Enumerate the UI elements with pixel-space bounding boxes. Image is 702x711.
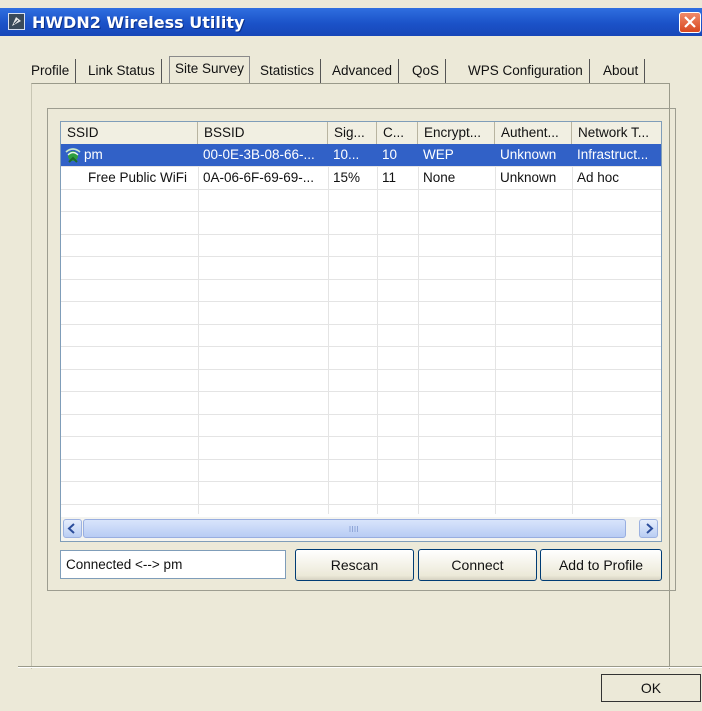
ok-button[interactable]: OK — [601, 674, 701, 702]
cell-ssid: pm — [84, 147, 103, 162]
wireless-utility-window: HWDN2 Wireless Utility Profile Link Stat… — [0, 0, 702, 711]
cell-signal: 10... — [333, 147, 360, 162]
grip-icon — [349, 526, 358, 532]
column-header-encryption[interactable]: Encrypt... — [418, 122, 495, 144]
cell-encryption: WEP — [423, 147, 454, 162]
network-list[interactable]: SSID BSSID Sig... C... Encrypt... Authen… — [60, 121, 662, 542]
tab-wps-configuration[interactable]: WPS Configuration — [468, 59, 590, 83]
cell-channel: 11 — [382, 170, 397, 185]
tab-about[interactable]: About — [603, 59, 646, 83]
connection-status: Connected <--> pm — [60, 550, 286, 579]
scroll-right-button[interactable] — [639, 519, 658, 538]
column-header-ssid[interactable]: SSID — [61, 122, 198, 144]
cell-bssid: 00-0E-3B-08-66-... — [203, 147, 315, 162]
scroll-left-button[interactable] — [63, 519, 82, 538]
app-icon — [8, 13, 25, 30]
add-to-profile-button[interactable]: Add to Profile — [540, 549, 662, 581]
list-header: SSID BSSID Sig... C... Encrypt... Authen… — [61, 122, 661, 145]
cell-encryption: None — [423, 170, 456, 185]
table-row[interactable]: Free Public WiFi 0A-06-6F-69-69-... 15% … — [61, 167, 661, 189]
tab-link-status[interactable]: Link Status — [88, 59, 162, 83]
list-body: pm 00-0E-3B-08-66-... 10... 10 WEP Unkno… — [61, 144, 661, 514]
column-header-signal[interactable]: Sig... — [328, 122, 377, 144]
horizontal-scrollbar[interactable] — [61, 517, 661, 541]
column-header-channel[interactable]: C... — [377, 122, 418, 144]
arrow-right-icon — [646, 523, 654, 534]
tab-qos[interactable]: QoS — [412, 59, 447, 83]
divider-highlight — [18, 667, 702, 668]
window-title: HWDN2 Wireless Utility — [32, 13, 245, 32]
cell-network-type: Ad hoc — [577, 170, 620, 185]
title-bar[interactable]: HWDN2 Wireless Utility — [0, 8, 702, 36]
tab-advanced[interactable]: Advanced — [332, 59, 400, 83]
rescan-button[interactable]: Rescan — [295, 549, 414, 581]
close-button[interactable] — [679, 12, 701, 33]
tab-site-survey[interactable]: Site Survey — [169, 56, 251, 84]
cell-authentication: Unknown — [500, 147, 557, 162]
column-header-authentication[interactable]: Authent... — [495, 122, 572, 144]
tab-statistics[interactable]: Statistics — [260, 59, 322, 83]
arrow-left-icon — [67, 523, 75, 534]
cell-bssid: 0A-06-6F-69-69-... — [203, 170, 315, 185]
close-icon — [684, 16, 696, 28]
cell-ssid: Free Public WiFi — [88, 170, 188, 185]
connect-button[interactable]: Connect — [418, 549, 537, 581]
column-header-bssid[interactable]: BSSID — [198, 122, 328, 144]
table-row[interactable]: pm 00-0E-3B-08-66-... 10... 10 WEP Unkno… — [61, 144, 661, 166]
scroll-thumb[interactable] — [83, 519, 626, 538]
column-header-network-type[interactable]: Network T... — [572, 122, 661, 144]
cell-network-type: Infrastruct... — [577, 147, 649, 162]
tab-profile[interactable]: Profile — [31, 59, 77, 83]
cell-authentication: Unknown — [500, 170, 557, 185]
cell-channel: 10 — [382, 147, 398, 162]
cell-signal: 15% — [333, 170, 361, 185]
